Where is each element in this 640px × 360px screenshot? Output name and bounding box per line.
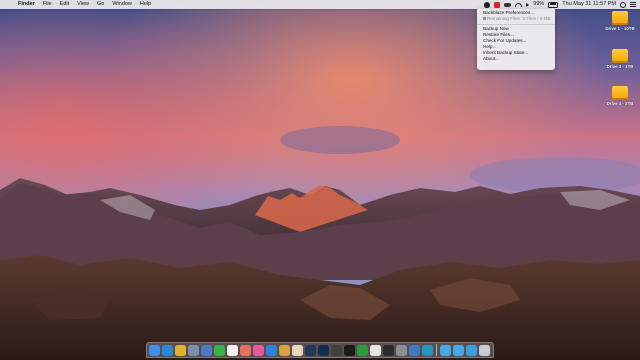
photos-app-icon[interactable] — [292, 344, 303, 356]
cloud-icon[interactable] — [504, 2, 512, 7]
battery-icon[interactable] — [548, 1, 559, 8]
menu-go[interactable]: Go — [93, 0, 108, 9]
flame-icon[interactable] — [484, 1, 491, 8]
document-icon — [483, 17, 486, 21]
menu-separator — [477, 23, 555, 25]
drive-label: Drive 3 - 1TB — [606, 64, 634, 69]
desktop-drive-1[interactable]: Drive 1 - 10TB — [602, 11, 638, 31]
downloads-folder-icon[interactable] — [465, 344, 477, 356]
menu-clock[interactable]: Thu May 31 11:57 PM — [562, 0, 616, 9]
external-drive-icon — [612, 86, 628, 100]
chrome-icon[interactable] — [175, 344, 186, 356]
menu-edit[interactable]: Edit — [56, 0, 73, 9]
menu-finder[interactable]: Finder — [14, 0, 39, 9]
menu-window[interactable]: Window — [108, 0, 136, 9]
wifi-icon[interactable] — [515, 2, 523, 7]
safari-icon[interactable] — [162, 344, 173, 356]
messages-icon[interactable] — [214, 344, 225, 356]
dock — [146, 342, 494, 358]
final-cut-icon[interactable] — [331, 344, 342, 356]
menu-bar-status-area: 99% Thu May 31 11:57 PM — [484, 0, 636, 9]
backblaze-dock-icon[interactable] — [422, 344, 433, 356]
menu-bar: Finder File Edit View Go Window Help 99%… — [0, 0, 640, 9]
photos-icon[interactable] — [240, 344, 251, 356]
desktop-drive-4[interactable]: Drive 4 - 2TB — [602, 86, 638, 106]
numbers-icon[interactable] — [357, 344, 368, 356]
migration-icon[interactable] — [201, 344, 212, 356]
app-store-icon[interactable] — [266, 344, 277, 356]
time-machine-icon[interactable] — [409, 344, 420, 356]
photoshop-icon[interactable] — [318, 344, 329, 356]
desktop-drive-3[interactable]: Drive 3 - 1TB — [602, 49, 638, 69]
itunes-icon[interactable] — [253, 344, 264, 356]
backblaze-icon[interactable] — [494, 1, 501, 8]
calendar-icon[interactable] — [227, 344, 238, 356]
drive-label: Drive 1 - 10TB — [605, 26, 635, 31]
menu-view[interactable]: View — [73, 0, 93, 9]
menu-item-remaining-files: Remaining Files: 3 Files / 0 MB — [477, 16, 555, 22]
menu-item-about[interactable]: About... — [477, 56, 555, 62]
system-prefs-icon[interactable] — [396, 344, 407, 356]
terminal-icon[interactable] — [383, 344, 394, 356]
menu-file[interactable]: File — [39, 0, 56, 9]
dock-separator — [436, 344, 437, 356]
textedit-icon[interactable] — [370, 344, 381, 356]
volume-icon[interactable] — [526, 2, 530, 7]
quicktime-icon[interactable] — [344, 344, 355, 356]
lightroom-icon[interactable] — [305, 344, 316, 356]
backblaze-menu: Backblaze Preferences... Remaining Files… — [477, 9, 555, 70]
notification-list-icon[interactable] — [630, 2, 636, 7]
stickies-icon[interactable] — [279, 344, 290, 356]
finder-icon[interactable] — [149, 344, 160, 356]
documents-folder-icon[interactable] — [452, 344, 464, 356]
applications-folder-icon[interactable] — [439, 344, 451, 356]
search-icon[interactable] — [620, 1, 626, 8]
external-drive-icon — [612, 49, 628, 63]
battery-percent[interactable]: 99% — [533, 0, 544, 9]
preview-icon[interactable] — [188, 344, 199, 356]
remaining-files-label: Remaining Files: 3 Files / 0 MB — [487, 16, 551, 21]
menu-help[interactable]: Help — [136, 0, 155, 9]
drive-label: Drive 4 - 2TB — [606, 101, 634, 106]
trash-icon[interactable] — [478, 344, 490, 356]
external-drive-icon — [612, 11, 628, 25]
